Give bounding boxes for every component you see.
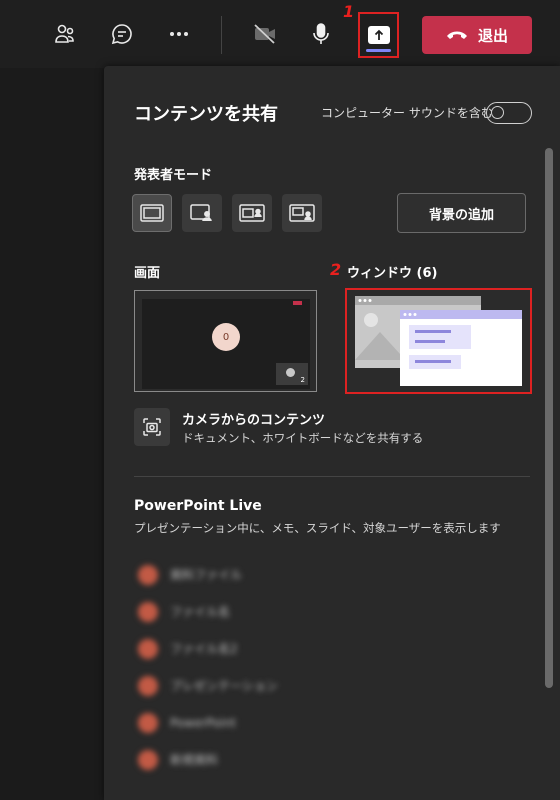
powerpoint-file-icon: [138, 564, 158, 585]
meeting-toolbar: 1 退出: [0, 0, 560, 68]
list-item[interactable]: 新規資料: [138, 741, 438, 778]
camera-content-button[interactable]: [134, 408, 170, 446]
file-name: ファイル名2: [170, 642, 238, 656]
camera-off-icon[interactable]: [245, 14, 285, 54]
panel-scrollbar[interactable]: [545, 148, 553, 688]
powerpoint-file-icon: [138, 601, 158, 622]
powerpoint-file-icon: [138, 638, 158, 659]
file-name: PowerPoint: [170, 715, 237, 730]
screen-share-thumbnail[interactable]: 0 2: [134, 290, 317, 392]
powerpoint-file-icon: [138, 712, 158, 733]
content-only-icon: [140, 204, 164, 222]
add-background-button[interactable]: 背景の追加: [397, 193, 526, 233]
preview-avatar: 0: [212, 323, 240, 351]
section-divider: [134, 476, 530, 477]
active-indicator: [366, 49, 391, 52]
powerpoint-live-subtitle: プレゼンテーション中に、メモ、スライド、対象ユーザーを表示します: [134, 521, 501, 535]
preview-leave-button: [293, 301, 302, 305]
powerpoint-file-list: 資料ファイル ファイル名 ファイル名2 プレゼンテーション PowerPoint…: [138, 556, 438, 778]
computer-sound-label: コンピューター サウンドを含む: [321, 106, 493, 120]
share-content-panel: コンテンツを共有 コンピューター サウンドを含む 発表者モード 背景の追加 画面…: [104, 66, 560, 800]
reporter-icon: [289, 204, 315, 222]
toggle-knob: [491, 106, 504, 119]
preview-self-tile: 2: [276, 363, 308, 385]
preview-tile-count: 2: [300, 376, 305, 384]
camera-scan-icon: [143, 418, 161, 436]
file-name: 資料ファイル: [170, 568, 243, 582]
more-icon[interactable]: [159, 14, 199, 54]
file-name: 新規資料: [170, 753, 219, 767]
powerpoint-file-icon: [138, 675, 158, 696]
list-item[interactable]: 資料ファイル: [138, 556, 438, 593]
window-label: ウィンドウ (6): [347, 266, 438, 281]
chat-icon[interactable]: [102, 14, 142, 54]
screen-label: 画面: [134, 266, 161, 281]
step-marker-2: 2: [330, 260, 342, 279]
camera-content-subtitle: ドキュメント、ホワイトボードなどを共有する: [182, 431, 424, 445]
meeting-stage: [0, 68, 104, 800]
share-content-button[interactable]: [358, 12, 399, 58]
file-name: ファイル名: [170, 605, 231, 619]
hangup-icon: [446, 31, 467, 39]
window-share-thumbnail[interactable]: [345, 288, 532, 394]
window-illustration: [355, 296, 522, 386]
mic-icon[interactable]: [301, 14, 341, 54]
mode-side-by-side-button[interactable]: [232, 194, 272, 232]
file-name: プレゼンテーション: [170, 679, 278, 693]
mode-reporter-button[interactable]: [282, 194, 322, 232]
toolbar-divider: [221, 16, 222, 54]
screen-preview: 0 2: [142, 299, 310, 389]
standout-icon: [190, 204, 212, 222]
people-icon[interactable]: [45, 14, 85, 54]
share-icon: [367, 26, 390, 44]
computer-sound-toggle[interactable]: [486, 102, 532, 124]
powerpoint-live-title: PowerPoint Live: [134, 498, 262, 514]
powerpoint-file-icon: [138, 749, 158, 770]
camera-content-title[interactable]: カメラからのコンテンツ: [182, 409, 325, 428]
leave-label: 退出: [477, 26, 508, 45]
mode-standout-button[interactable]: [182, 194, 222, 232]
side-by-side-icon: [239, 204, 265, 222]
mode-content-only-button[interactable]: [132, 194, 172, 232]
list-item[interactable]: プレゼンテーション: [138, 667, 438, 704]
list-item[interactable]: PowerPoint: [138, 704, 438, 741]
list-item[interactable]: ファイル名: [138, 593, 438, 630]
leave-button[interactable]: 退出: [422, 16, 532, 54]
presenter-mode-label: 発表者モード: [134, 168, 213, 183]
list-item[interactable]: ファイル名2: [138, 630, 438, 667]
panel-title: コンテンツを共有: [134, 104, 278, 125]
step-marker-1: 1: [343, 2, 355, 21]
